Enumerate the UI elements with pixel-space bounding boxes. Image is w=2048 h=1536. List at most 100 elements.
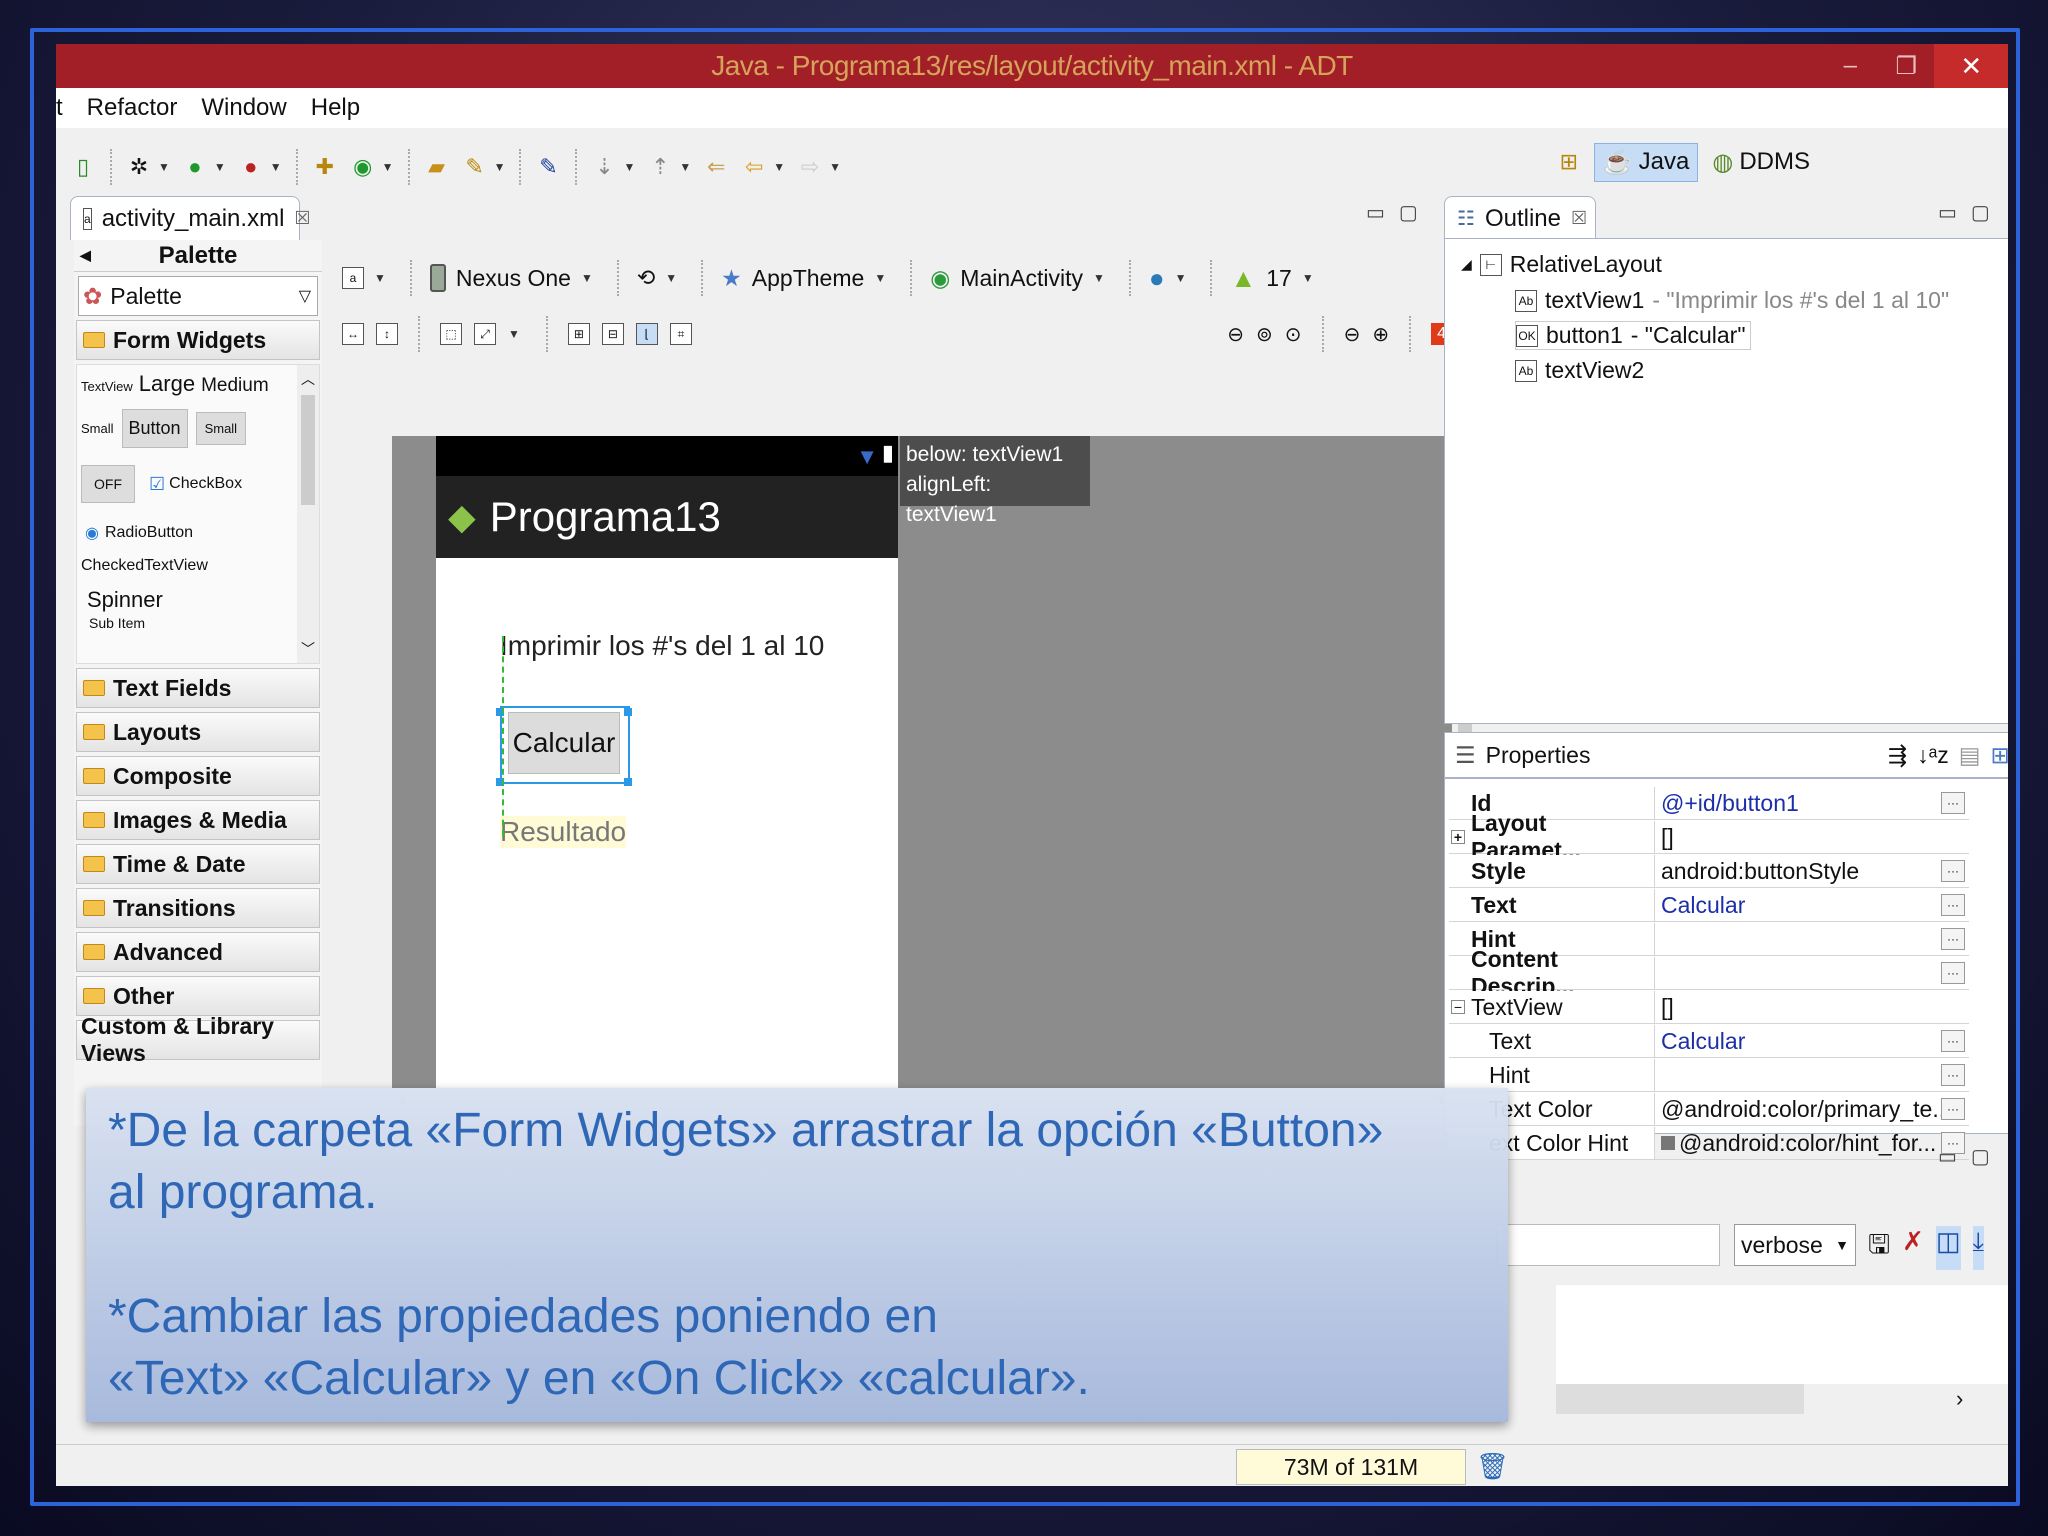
dropdown-arrow-icon[interactable]: ▼ (874, 271, 886, 285)
save-icon[interactable]: 🖫 (1868, 1226, 1890, 1270)
expand-all-icon[interactable]: ⊞ (1990, 742, 2008, 769)
layout-padding-icon[interactable]: ⌗ (669, 323, 692, 345)
toggle-fill-width-icon[interactable]: ↔ (342, 323, 364, 345)
resize-handle[interactable] (624, 708, 632, 716)
property-value[interactable]: @+id/button1 ··· (1655, 787, 1969, 819)
select-all-icon[interactable]: ⬚ (440, 323, 462, 345)
change-layout-icon[interactable]: ⤢ (474, 323, 496, 345)
category-form-widgets[interactable]: Form Widgets (76, 320, 320, 360)
category-transitions[interactable]: Transitions (76, 888, 320, 928)
property-row[interactable]: + Layout Paramet...[] (1449, 810, 1969, 863)
config-file-icon[interactable]: a (342, 267, 364, 289)
scroll-lock-icon[interactable]: ⤓ (1972, 1226, 1985, 1270)
widget-button[interactable]: Button (121, 409, 188, 448)
dropdown-arrow-icon[interactable]: ▼ (1302, 271, 1314, 285)
next-annotation-icon[interactable]: ⇣ (589, 152, 619, 182)
back-icon[interactable]: ⇦ (739, 152, 769, 182)
clear-log-icon[interactable]: ✗ (1902, 1226, 1924, 1270)
ellipsis-button[interactable]: ··· (1941, 894, 1965, 916)
align-center-icon[interactable]: ⊟ (601, 323, 624, 345)
scroll-down-icon[interactable]: ﹀ (301, 639, 315, 659)
resize-handle[interactable] (624, 778, 632, 786)
globe-icon[interactable]: ● (1149, 263, 1165, 294)
dropdown-arrow-icon[interactable]: ▼ (665, 271, 677, 285)
category-time-date[interactable]: Time & Date (76, 844, 320, 884)
category-images-media[interactable]: Images & Media (76, 800, 320, 840)
property-value[interactable]: Calcular ··· (1655, 1025, 1969, 1057)
search-icon[interactable]: ✎ (460, 152, 490, 182)
category-custom-library[interactable]: Custom & Library Views (76, 1013, 320, 1066)
log-level-select[interactable]: verbose ▼ (1734, 1224, 1856, 1266)
property-row[interactable]: Content Descrip... ··· (1449, 946, 1969, 999)
menu-item-refactor[interactable]: Refactor (75, 94, 190, 122)
menu-item-help[interactable]: Help (299, 94, 372, 122)
forward-icon[interactable]: ⇨ (795, 152, 825, 182)
maximize-view-icon[interactable]: ▢ (1399, 200, 1418, 225)
text-view-1[interactable]: Imprimir los #'s del 1 al 10 (500, 630, 824, 662)
widget-textview[interactable]: TextView (81, 379, 133, 394)
logcat-search-input[interactable] (1496, 1224, 1720, 1266)
expand-arrow-icon[interactable]: ◢ (1461, 256, 1472, 273)
debug-icon[interactable]: ✲ (124, 152, 154, 182)
widget-spinner[interactable]: Spinner (87, 587, 163, 613)
property-row[interactable]: Text Color @android:color/primary_te... ··… (1449, 1093, 1969, 1126)
property-value[interactable]: [] (1655, 991, 1969, 1023)
scroll-thumb[interactable] (301, 395, 315, 505)
restore-button[interactable]: ❐ (1878, 44, 1934, 88)
palette-selector[interactable]: ✿ Palette ▽ (78, 276, 318, 316)
scroll-right-icon[interactable]: › (1956, 1386, 1963, 1412)
device-selector[interactable]: Nexus One (456, 265, 571, 292)
dropdown-arrow-icon[interactable]: ▼ (1093, 271, 1105, 285)
widget-small-button[interactable]: Small (195, 412, 247, 445)
expand-toggle-icon[interactable]: + (1451, 830, 1465, 844)
new-package-icon[interactable]: ✚ (310, 152, 340, 182)
open-type-icon[interactable]: ▰ (422, 152, 452, 182)
expand-toggle-icon[interactable]: − (1451, 1000, 1465, 1014)
advanced-icon[interactable]: ▤ (1959, 742, 1981, 769)
zoom-out-icon[interactable]: ⊖ (1227, 322, 1244, 347)
tab-activity-main[interactable]: a activity_main.xml ☒ (70, 196, 311, 240)
close-tab-icon[interactable]: ☒ (1571, 208, 1587, 229)
dropdown-arrow-icon[interactable]: ▼ (270, 160, 282, 174)
zoom-minus-icon[interactable]: ⊖ (1344, 322, 1361, 347)
outline-item-textview2[interactable]: Ab textView2 (1515, 357, 1644, 384)
last-edit-icon[interactable]: ⇐ (701, 152, 731, 182)
minimize-view-icon[interactable]: ▭ (1938, 1144, 1957, 1169)
property-value[interactable]: [] (1655, 821, 1969, 853)
property-row[interactable]: Hint ··· (1449, 1059, 1969, 1092)
widget-radio-button[interactable]: ◉ RadioButton (85, 523, 193, 543)
widget-medium-text[interactable]: Medium (201, 375, 269, 397)
toggle-fill-height-icon[interactable]: ↕ (376, 323, 398, 345)
calcular-button[interactable]: Calcular (508, 712, 620, 774)
widget-checkbox[interactable]: ☑ CheckBox (149, 474, 242, 495)
minimize-view-icon[interactable]: ▭ (1938, 200, 1957, 225)
dropdown-arrow-icon[interactable]: ▼ (158, 160, 170, 174)
dropdown-arrow-icon[interactable]: ▼ (214, 160, 226, 174)
ellipsis-button[interactable]: ··· (1941, 860, 1965, 882)
api-level-selector[interactable]: 17 (1266, 265, 1292, 292)
property-value[interactable]: @android:color/primary_te... ··· (1655, 1093, 1969, 1125)
new-class-icon[interactable]: ◉ (348, 152, 378, 182)
prev-annotation-icon[interactable]: ⇡ (645, 152, 675, 182)
category-advanced[interactable]: Advanced (76, 932, 320, 972)
category-other[interactable]: Other (76, 976, 320, 1016)
property-value[interactable]: @android:color/hint_for... ··· (1655, 1127, 1969, 1159)
ellipsis-button[interactable]: ··· (1941, 1064, 1965, 1086)
category-composite[interactable]: Composite (76, 756, 320, 796)
palette-scrollbar[interactable]: ︿ ﹀ (297, 365, 319, 663)
pin-icon[interactable]: ✎ (533, 152, 563, 182)
outline-item-button1[interactable]: OK button1 - "Calcular" (1515, 321, 1751, 350)
widget-small-text[interactable]: Small (81, 421, 114, 436)
run-icon[interactable]: ● (180, 152, 210, 182)
collapse-palette-icon[interactable]: ◀ (80, 247, 91, 264)
outline-root[interactable]: ◢ ⊢ RelativeLayout (1461, 251, 1662, 278)
minimize-button[interactable]: – (1822, 44, 1878, 88)
ellipsis-button[interactable]: ··· (1941, 792, 1965, 814)
zoom-actual-icon[interactable]: ⊙ (1285, 322, 1302, 347)
property-value[interactable]: ··· (1655, 957, 1969, 989)
maximize-view-icon[interactable]: ▢ (1971, 200, 1990, 225)
zoom-fit-icon[interactable]: ⊚ (1256, 322, 1273, 347)
menu-item-window[interactable]: Window (189, 94, 298, 122)
widget-toggle-button[interactable]: OFF (81, 465, 135, 503)
maximize-view-icon[interactable]: ▢ (1971, 1144, 1990, 1169)
